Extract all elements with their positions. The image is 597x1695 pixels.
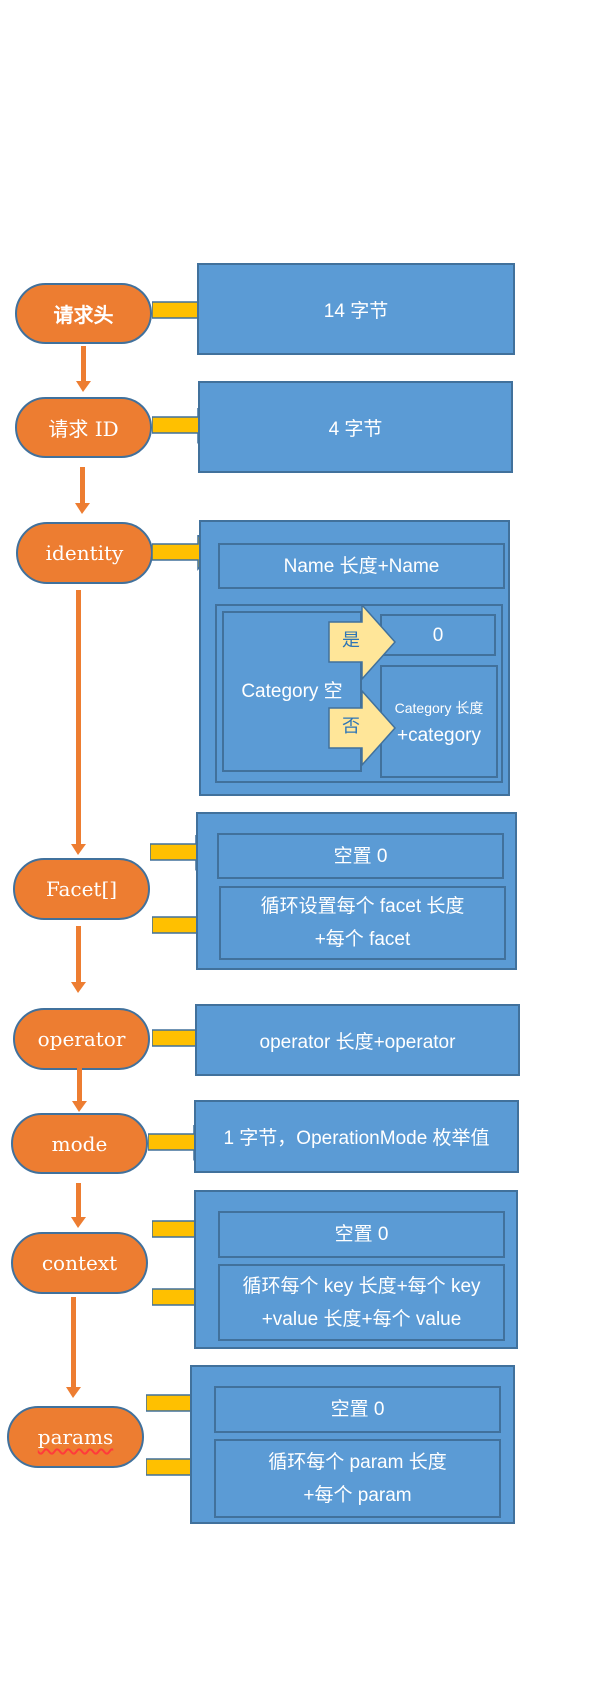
info-text: operator 长度+operator xyxy=(259,1031,456,1053)
info-text: 4 字节 xyxy=(328,418,383,440)
flow-arrow-down xyxy=(71,1183,86,1228)
step-label: 请求头 xyxy=(53,303,114,327)
flow-arrow-down xyxy=(76,346,91,392)
info-box-params: 空置 0 循环每个 param 长度 +每个 param xyxy=(190,1365,515,1524)
context-loop-line1: 循环每个 key 长度+每个 key xyxy=(242,1275,481,1297)
step-operator: operator xyxy=(13,1008,150,1070)
step-label: Facet[] xyxy=(45,877,118,901)
params-loop-line1: 循环每个 param 长度 xyxy=(268,1451,447,1473)
flow-arrow-down xyxy=(66,1297,81,1398)
info-box-mode: 1 字节，OperationMode 枚举值 xyxy=(194,1100,519,1173)
facet-empty-text: 空置 0 xyxy=(333,845,388,867)
flow-arrow-down xyxy=(75,467,90,514)
step-facet: Facet[] xyxy=(13,858,150,920)
step-label: context xyxy=(41,1251,118,1275)
context-empty-box: 空置 0 xyxy=(218,1211,505,1258)
decision-no-label: 否 xyxy=(342,716,360,737)
no-value-box: Category 长度 +category xyxy=(380,665,498,778)
params-loop-box: 循环每个 param 长度 +每个 param xyxy=(214,1439,501,1518)
no-value-line1: Category 长度 xyxy=(394,699,484,716)
flow-arrow-down xyxy=(72,1068,87,1112)
context-empty-text: 空置 0 xyxy=(334,1224,389,1245)
yes-value-box: 0 xyxy=(380,614,496,656)
decision-arrow-icon xyxy=(328,603,397,681)
params-empty-box: 空置 0 xyxy=(214,1386,501,1433)
flow-arrow-down xyxy=(71,926,86,993)
step-label: 请求 ID xyxy=(48,417,119,441)
step-context: context xyxy=(11,1232,148,1294)
info-text: Name 长度+Name xyxy=(283,555,440,577)
step-label: operator xyxy=(37,1027,126,1051)
decision-yes-label: 是 xyxy=(342,630,360,651)
info-box-facet: 空置 0 循环设置每个 facet 长度 +每个 facet xyxy=(196,812,517,970)
params-loop-line2: +每个 param xyxy=(303,1484,412,1506)
facet-empty-box: 空置 0 xyxy=(217,833,504,879)
info-box-request-id: 4 字节 xyxy=(198,381,513,473)
info-box-header: 14 字节 xyxy=(197,263,515,355)
step-params: params xyxy=(7,1406,144,1468)
info-box-operator: operator 长度+operator xyxy=(195,1004,520,1076)
params-empty-text: 空置 0 xyxy=(330,1399,385,1420)
yes-value: 0 xyxy=(432,624,444,646)
step-mode: mode xyxy=(11,1113,148,1174)
context-loop-box: 循环每个 key 长度+每个 key +value 长度+每个 value xyxy=(218,1264,505,1341)
facet-loop-line2: +每个 facet xyxy=(314,929,411,950)
facet-loop-line1: 循环设置每个 facet 长度 xyxy=(260,896,465,917)
step-label: mode xyxy=(51,1131,108,1156)
flow-arrow-down xyxy=(71,590,86,855)
facet-loop-box: 循环设置每个 facet 长度 +每个 facet xyxy=(219,886,506,960)
step-label: identity xyxy=(45,541,124,565)
step-label: params xyxy=(37,1425,114,1449)
step-identity: identity xyxy=(16,522,153,584)
no-value-line2: +category xyxy=(397,724,481,746)
info-text: 1 字节，OperationMode 枚举值 xyxy=(223,1128,490,1149)
step-request-header: 请求头 xyxy=(15,283,152,344)
step-request-id: 请求 ID xyxy=(15,397,152,458)
decision-arrow-icon xyxy=(328,689,397,767)
info-text: 14 字节 xyxy=(323,300,389,322)
decision-no: 否 xyxy=(328,689,397,767)
name-length-box: Name 长度+Name xyxy=(218,543,505,589)
decision-yes: 是 xyxy=(328,603,397,681)
context-loop-line2: +value 长度+每个 value xyxy=(261,1308,462,1330)
info-box-context: 空置 0 循环每个 key 长度+每个 key +value 长度+每个 val… xyxy=(194,1190,518,1349)
